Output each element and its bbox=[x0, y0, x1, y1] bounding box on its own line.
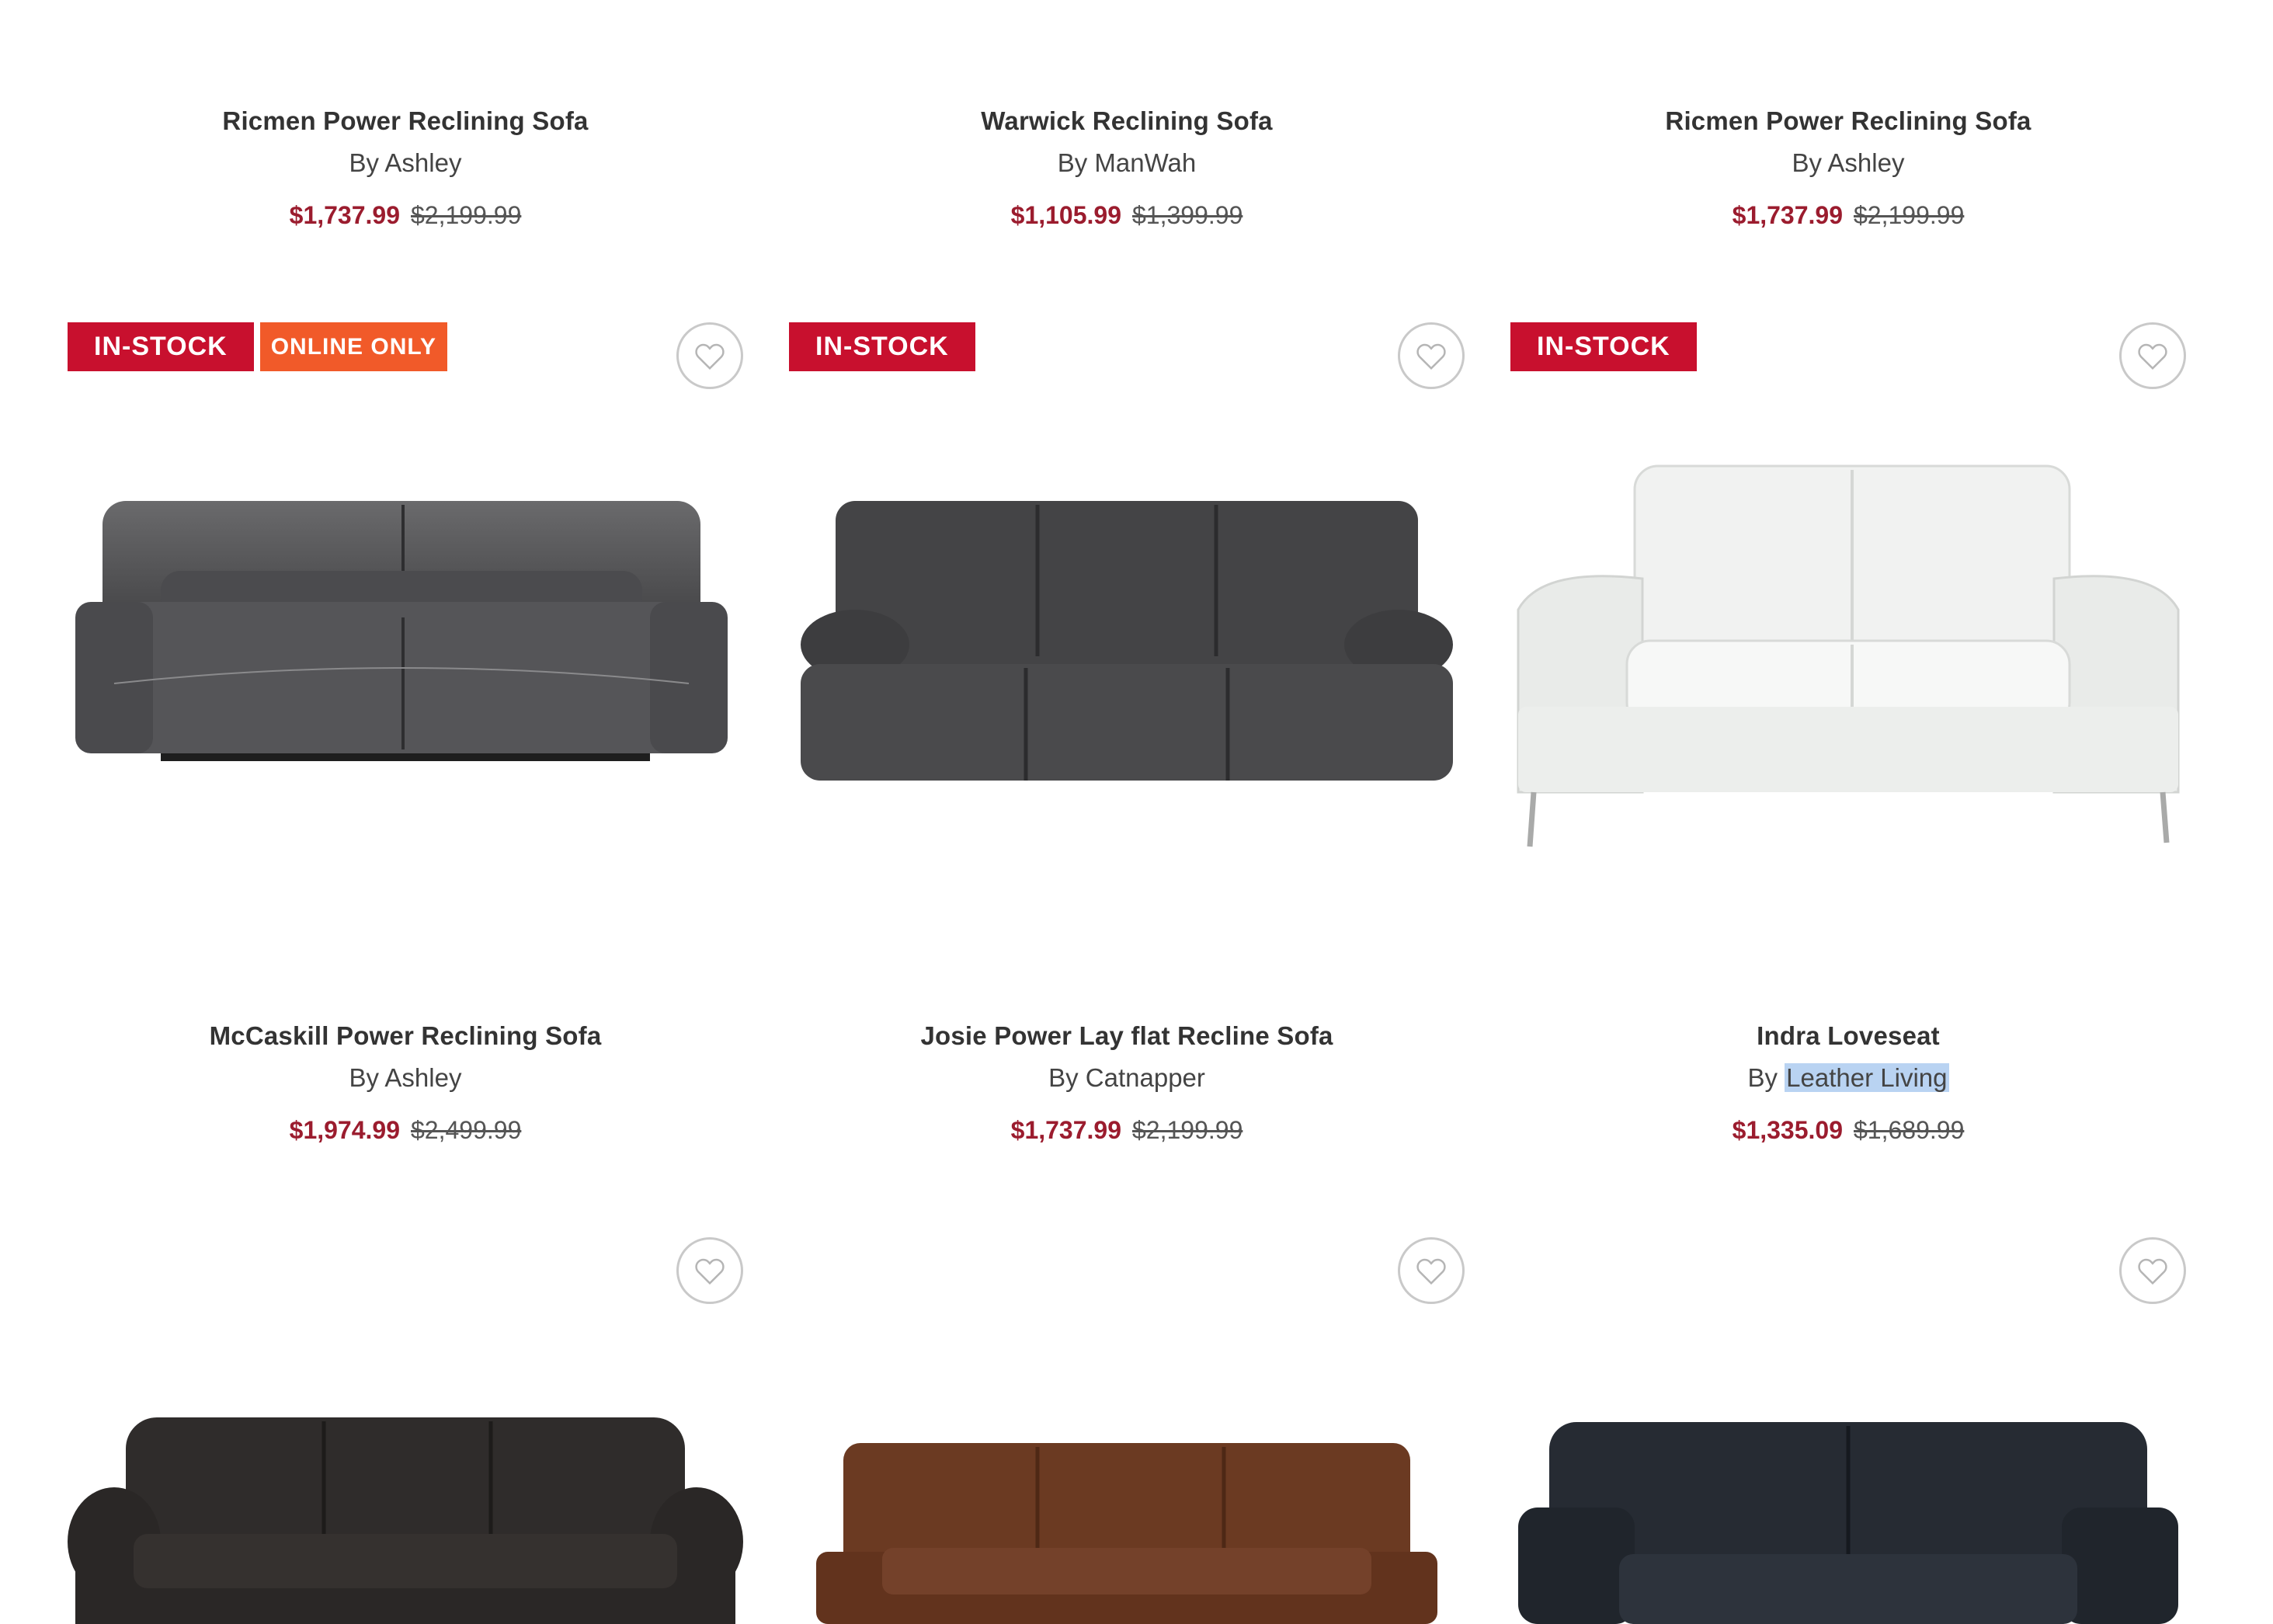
brand-link[interactable]: ManWah bbox=[1094, 148, 1196, 177]
navy-leather-loveseat-icon bbox=[1518, 1422, 2178, 1624]
product-card[interactable] bbox=[1510, 1237, 2186, 1624]
original-price: $1,399.99 bbox=[1132, 201, 1243, 229]
product-prices: $1,974.99 $2,499.99 bbox=[68, 1116, 743, 1145]
original-price: $2,199.99 bbox=[1132, 1116, 1243, 1144]
original-price: $1,689.99 bbox=[1854, 1116, 1965, 1144]
product-brand: By Ashley bbox=[349, 1063, 462, 1092]
product-image[interactable] bbox=[68, 1417, 743, 1624]
product-name[interactable]: Josie Power Lay flat Recline Sofa bbox=[789, 1021, 1465, 1051]
heart-outline-icon bbox=[695, 343, 725, 370]
brand-link[interactable]: Ashley bbox=[1827, 148, 1904, 177]
favorite-button[interactable] bbox=[676, 322, 743, 389]
product-prices: $1,335.09 $1,689.99 bbox=[1510, 1116, 2186, 1145]
heart-outline-icon bbox=[695, 1258, 725, 1285]
badge-group: IN-STOCK ONLINE ONLY bbox=[68, 322, 447, 371]
product-card[interactable]: IN-STOCK ONLINE ONLY McCaskill Power Rec… bbox=[68, 322, 743, 1177]
product-name[interactable]: Ricmen Power Reclining Sofa bbox=[68, 106, 743, 136]
product-card[interactable]: IN-STOCK Josie Power Lay flat Recline So… bbox=[789, 322, 1465, 1177]
product-name[interactable]: Ricmen Power Reclining Sofa bbox=[1510, 106, 2186, 136]
original-price: $2,199.99 bbox=[1854, 201, 1965, 229]
product-info: Indra Loveseat By Leather Living $1,335.… bbox=[1510, 1021, 2186, 1145]
product-brand: By Ashley bbox=[349, 148, 462, 177]
charcoal-fabric-reclining-sofa-icon bbox=[801, 501, 1453, 781]
product-card[interactable] bbox=[789, 1237, 1465, 1624]
badge-group: IN-STOCK bbox=[1510, 322, 1697, 371]
in-stock-badge: IN-STOCK bbox=[1510, 322, 1697, 371]
product-prices: $1,105.99 $1,399.99 bbox=[789, 201, 1465, 230]
in-stock-badge: IN-STOCK bbox=[68, 322, 254, 371]
product-info: Josie Power Lay flat Recline Sofa By Cat… bbox=[789, 1021, 1465, 1145]
product-info: McCaskill Power Reclining Sofa By Ashley… bbox=[68, 1021, 743, 1145]
product-name[interactable]: Warwick Reclining Sofa bbox=[789, 106, 1465, 136]
brand-link[interactable]: Leather Living bbox=[1785, 1063, 1949, 1092]
product-card[interactable] bbox=[68, 1237, 743, 1624]
product-brand: By Ashley bbox=[1792, 148, 1905, 177]
heart-outline-icon bbox=[2138, 1258, 2167, 1285]
product-info: Warwick Reclining Sofa By ManWah $1,105.… bbox=[789, 106, 1465, 230]
favorite-button[interactable] bbox=[676, 1237, 743, 1304]
product-name[interactable]: Indra Loveseat bbox=[1510, 1021, 2186, 1051]
product-brand: By Leather Living bbox=[1747, 1063, 1949, 1092]
sale-price: $1,737.99 bbox=[1010, 1116, 1121, 1144]
favorite-button[interactable] bbox=[1398, 1237, 1465, 1304]
product-grid: Ricmen Power Reclining Sofa By Ashley $1… bbox=[0, 0, 2273, 1624]
favorite-button[interactable] bbox=[2119, 1237, 2186, 1304]
product-brand: By ManWah bbox=[1057, 148, 1197, 177]
product-prices: $1,737.99 $2,199.99 bbox=[789, 1116, 1465, 1145]
heart-outline-icon bbox=[2138, 343, 2167, 370]
white-leather-loveseat-icon bbox=[1517, 464, 2180, 847]
product-card[interactable]: IN-STOCK Indra Loveseat By Leather Livin… bbox=[1510, 322, 2186, 1177]
sale-price: $1,737.99 bbox=[289, 201, 400, 229]
dark-leather-rolled-arm-sofa-icon bbox=[68, 1417, 743, 1624]
original-price: $2,499.99 bbox=[411, 1116, 522, 1144]
product-brand: By Catnapper bbox=[1048, 1063, 1205, 1092]
product-prices: $1,737.99 $2,199.99 bbox=[1510, 201, 2186, 230]
product-name[interactable]: McCaskill Power Reclining Sofa bbox=[68, 1021, 743, 1051]
product-info: Ricmen Power Reclining Sofa By Ashley $1… bbox=[68, 106, 743, 230]
badge-group: IN-STOCK bbox=[789, 322, 975, 371]
brown-leather-sofa-icon bbox=[816, 1443, 1437, 1624]
product-prices: $1,737.99 $2,199.99 bbox=[68, 201, 743, 230]
sale-price: $1,105.99 bbox=[1010, 201, 1121, 229]
sale-price: $1,974.99 bbox=[289, 1116, 400, 1144]
heart-outline-icon bbox=[1416, 1258, 1446, 1285]
product-image[interactable] bbox=[1510, 450, 2186, 854]
product-image[interactable] bbox=[1510, 1422, 2186, 1624]
sale-price: $1,737.99 bbox=[1732, 201, 1843, 229]
product-image[interactable] bbox=[789, 1443, 1465, 1624]
brand-link[interactable]: Ashley bbox=[384, 1063, 461, 1092]
gray-leather-reclining-sofa-icon bbox=[75, 501, 728, 761]
in-stock-badge: IN-STOCK bbox=[789, 322, 975, 371]
brand-link[interactable]: Ashley bbox=[384, 148, 461, 177]
online-only-badge: ONLINE ONLY bbox=[259, 322, 447, 371]
favorite-button[interactable] bbox=[1398, 322, 1465, 389]
product-info: Ricmen Power Reclining Sofa By Ashley $1… bbox=[1510, 106, 2186, 230]
heart-outline-icon bbox=[1416, 343, 1446, 370]
favorite-button[interactable] bbox=[2119, 322, 2186, 389]
original-price: $2,199.99 bbox=[411, 201, 522, 229]
product-image[interactable] bbox=[68, 485, 743, 812]
sale-price: $1,335.09 bbox=[1732, 1116, 1843, 1144]
product-image[interactable] bbox=[789, 485, 1465, 812]
brand-link[interactable]: Catnapper bbox=[1086, 1063, 1205, 1092]
